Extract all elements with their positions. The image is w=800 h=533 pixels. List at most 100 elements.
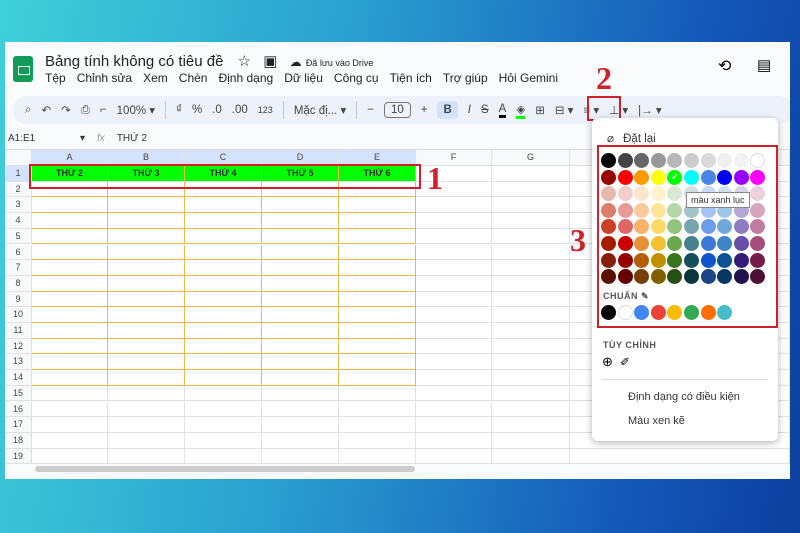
- cell[interactable]: [262, 432, 339, 449]
- cell[interactable]: [32, 275, 108, 292]
- cell[interactable]: [185, 291, 262, 308]
- cell[interactable]: [416, 244, 492, 261]
- zoom-select[interactable]: 100% ▾: [117, 103, 155, 117]
- cell[interactable]: [416, 432, 492, 449]
- cell[interactable]: [492, 307, 570, 323]
- cell[interactable]: [108, 197, 185, 214]
- cell[interactable]: [262, 213, 339, 229]
- cell[interactable]: [416, 385, 492, 402]
- cell[interactable]: [32, 213, 108, 229]
- cell[interactable]: [32, 432, 108, 449]
- cell[interactable]: [262, 417, 339, 433]
- name-box[interactable]: A1:E1: [8, 133, 68, 144]
- row-header[interactable]: 10: [5, 307, 32, 323]
- cell[interactable]: [339, 291, 416, 308]
- cell[interactable]: [416, 260, 492, 276]
- cell[interactable]: [262, 354, 339, 371]
- cell[interactable]: [185, 244, 262, 261]
- cell[interactable]: [416, 307, 492, 323]
- undo-icon[interactable]: ↶: [41, 103, 51, 117]
- cell[interactable]: [262, 401, 339, 418]
- menu-item[interactable]: Tệp: [45, 71, 66, 85]
- search-icon[interactable]: ⌕: [25, 104, 31, 117]
- cell[interactable]: [339, 197, 416, 214]
- row-header[interactable]: 6: [5, 244, 32, 261]
- cell[interactable]: [416, 275, 492, 292]
- cell[interactable]: [416, 370, 492, 386]
- menu-item[interactable]: Chèn: [179, 71, 208, 85]
- redo-icon[interactable]: ↷: [61, 103, 71, 117]
- cell[interactable]: [570, 448, 790, 465]
- row-header[interactable]: 14: [5, 370, 32, 386]
- cell[interactable]: [339, 323, 416, 339]
- cell[interactable]: [339, 338, 416, 355]
- cell[interactable]: [492, 260, 570, 276]
- cell[interactable]: [492, 338, 570, 355]
- cell[interactable]: [32, 385, 108, 402]
- menu-item[interactable]: Xem: [143, 71, 168, 85]
- cell[interactable]: [492, 432, 570, 449]
- cell[interactable]: [32, 228, 108, 245]
- cell[interactable]: [108, 338, 185, 355]
- cell[interactable]: [185, 385, 262, 402]
- cell[interactable]: [262, 307, 339, 323]
- cell[interactable]: [416, 228, 492, 245]
- cell[interactable]: [108, 385, 185, 402]
- star-icon[interactable]: ☆: [238, 53, 251, 70]
- reset-option[interactable]: ⌀ Đặt lại: [607, 131, 656, 145]
- percent-button[interactable]: %: [192, 104, 202, 116]
- history-icon[interactable]: ⟲: [718, 56, 731, 76]
- menu-item[interactable]: Tiện ích: [390, 71, 432, 85]
- cell[interactable]: [185, 228, 262, 245]
- merge-cells-icon[interactable]: ⊟ ▾: [555, 103, 574, 117]
- font-select[interactable]: Mặc đị... ▾: [294, 103, 346, 117]
- cell[interactable]: [416, 213, 492, 229]
- alternating-colors-option[interactable]: Màu xen kẽ: [628, 415, 685, 427]
- cell[interactable]: [185, 370, 262, 386]
- cell[interactable]: [32, 307, 108, 323]
- paint-format-icon[interactable]: ⌐: [100, 104, 107, 116]
- cell[interactable]: [262, 275, 339, 292]
- decrease-decimal-button[interactable]: .0: [212, 104, 222, 116]
- row-header[interactable]: 17: [5, 417, 32, 433]
- cell[interactable]: [108, 275, 185, 292]
- cell[interactable]: [492, 275, 570, 292]
- row-header[interactable]: 15: [5, 385, 32, 402]
- increase-font-button[interactable]: +: [421, 104, 428, 116]
- menu-item[interactable]: Chỉnh sửa: [77, 71, 132, 85]
- menu-item[interactable]: Dữ liệu: [284, 71, 323, 85]
- corner-select-all[interactable]: [5, 150, 32, 166]
- cell[interactable]: [339, 370, 416, 386]
- cell[interactable]: [108, 213, 185, 229]
- menu-item[interactable]: Định dạng: [218, 71, 273, 85]
- cell[interactable]: [339, 448, 416, 465]
- cell[interactable]: [32, 260, 108, 276]
- cell[interactable]: [32, 354, 108, 371]
- cell[interactable]: [339, 244, 416, 261]
- cell[interactable]: [339, 228, 416, 245]
- cell[interactable]: [185, 275, 262, 292]
- cell[interactable]: [416, 401, 492, 418]
- cell[interactable]: [32, 370, 108, 386]
- text-color-button[interactable]: A: [498, 103, 507, 118]
- sheets-logo-icon[interactable]: [13, 56, 33, 82]
- row-header[interactable]: 12: [5, 338, 32, 355]
- row-header[interactable]: 18: [5, 432, 32, 449]
- cell[interactable]: [185, 338, 262, 355]
- add-custom-color-icon[interactable]: ⊕: [602, 354, 613, 370]
- decrease-font-button[interactable]: −: [367, 104, 374, 116]
- cell[interactable]: [492, 401, 570, 418]
- cell[interactable]: [262, 323, 339, 339]
- borders-icon[interactable]: ⊞: [535, 103, 545, 117]
- cell[interactable]: [185, 323, 262, 339]
- wrap-icon[interactable]: |→ ▾: [638, 103, 661, 117]
- cell[interactable]: [492, 166, 570, 182]
- cell[interactable]: [32, 338, 108, 355]
- fill-color-button[interactable]: ◈: [516, 102, 526, 119]
- row-header[interactable]: 9: [5, 291, 32, 308]
- cell[interactable]: [339, 401, 416, 418]
- cell[interactable]: [416, 448, 492, 465]
- row-header[interactable]: 16: [5, 401, 32, 418]
- cell[interactable]: [492, 323, 570, 339]
- move-folder-icon[interactable]: ▣: [263, 53, 277, 70]
